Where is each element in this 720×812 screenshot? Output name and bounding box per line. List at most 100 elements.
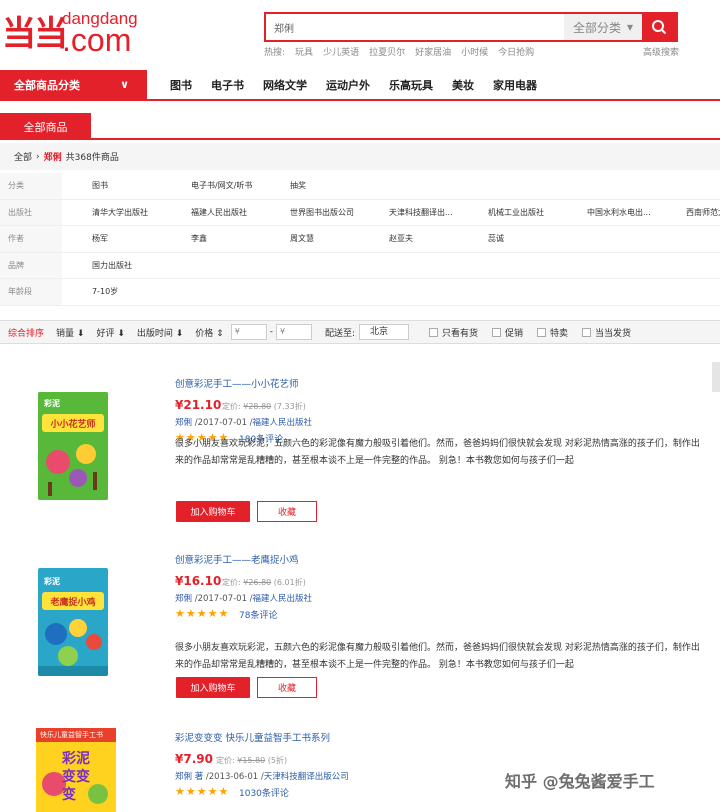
author-link[interactable]: 郑俐 著 [175,772,203,782]
rating-stars: ★ ★ ★ ★ ★ [175,786,228,797]
filter-label: 分类 [0,173,62,199]
advanced-search-link[interactable]: 高级搜索 [643,45,679,58]
breadcrumb: 全部 › 郑俐 共368件商品 [0,143,720,170]
publisher-link[interactable]: 天津科技翻译出版公司 [264,772,349,782]
sort-date[interactable]: 出版时间 ⬇ [137,326,183,339]
publisher-link[interactable]: 福建人民出版社 [253,594,313,604]
filter-in-stock[interactable]: 只看有货 [429,326,478,339]
filter-option[interactable]: 李鑫 [191,233,290,244]
hot-term[interactable]: 玩具 [295,45,313,58]
header: 当当 dangdang .com 全部分类 ▾ 热搜: 玩具 少儿英语 拉夏贝尔… [0,0,720,70]
price-max-input[interactable]: ¥ [275,324,312,340]
search-input[interactable] [266,14,564,40]
filter-promo[interactable]: 促销 [492,326,523,339]
hot-term[interactable]: 今日抢购 [498,45,534,58]
star-icon: ★ [218,607,229,620]
star-icon: ★ [218,785,229,798]
review-count[interactable]: 78条评论 [239,608,277,621]
sort-sales[interactable]: 销量 ⬇ [56,326,84,339]
author-link[interactable]: 郑俐 [175,418,192,428]
nav-item[interactable]: 美妆 [452,77,474,93]
review-count[interactable]: 1030条评论 [239,786,289,799]
product-cover[interactable]: 小小花艺师 彩泥 [38,392,108,500]
filter-option[interactable]: 抽奖 [290,180,389,191]
product-cover[interactable]: 老鹰捉小鸡 彩泥 [38,568,108,676]
dest-select[interactable]: 北京 [359,324,409,340]
filter-option[interactable]: 周文慧 [290,233,389,244]
all-categories-button[interactable]: 全部商品分类 ∨ [0,70,147,99]
filter-dd-ship[interactable]: 当当发货 [582,326,631,339]
star-icon: ★ [175,785,185,798]
hot-term[interactable]: 好家居油 [415,45,451,58]
sort-bar: 综合排序 销量 ⬇ 好评 ⬇ 出版时间 ⬇ 价格 ⇕ ¥ - ¥ 配送至: 北京… [0,320,720,344]
chevron-down-icon: ∨ [120,78,129,91]
product-orig-price: 定价: ¥26.80 (6.01折) [222,578,306,587]
filter-label: 年龄段 [0,279,62,305]
filter-option[interactable]: 电子书/网文/听书 [191,180,290,191]
nav-item[interactable]: 家用电器 [493,77,537,93]
chevron-down-icon: ▾ [626,20,634,34]
hot-term[interactable]: 少儿英语 [323,45,359,58]
hot-term[interactable]: 拉夏贝尔 [369,45,405,58]
filter-option[interactable]: 国力出版社 [92,260,191,271]
all-categories-label: 全部商品分类 [14,78,80,92]
filter-label: 出版社 [0,199,62,225]
filter-option[interactable]: 图书 [92,180,191,191]
star-icon: ★ [185,785,196,798]
product-orig-price: 定价: ¥15.80 (5折) [216,756,288,765]
price-min-input[interactable]: ¥ [230,324,267,340]
filter-option[interactable]: 蕊诚 [488,233,587,244]
add-to-cart-button[interactable]: 加入购物车 [176,501,250,522]
star-icon: ★ [185,607,196,620]
sort-default[interactable]: 综合排序 [8,326,44,339]
filter-option[interactable]: 机械工业出版社 [488,207,587,218]
filter-option[interactable]: 7-10岁 [92,286,191,297]
search-category-select[interactable]: 全部分类 ▾ [564,14,642,40]
rating-stars: ★ ★ ★ ★ ★ [175,608,228,619]
favorite-button[interactable]: 收藏 [257,677,317,698]
filter-label: 品牌 [0,252,62,278]
watermark: 知乎 @兔兔酱爱手工 [505,772,655,791]
sort-rating[interactable]: 好评 ⬇ [96,326,124,339]
product-desc: 很多小朋友喜欢玩彩泥，五颜六色的彩泥像有魔力般吸引着他们。然而，爸爸妈妈们很快就… [175,643,700,670]
add-to-cart-button[interactable]: 加入购物车 [176,677,250,698]
product-price: ¥16.10 [175,574,222,588]
nav-item[interactable]: 乐高玩具 [389,77,433,93]
product-title[interactable]: 彩泥变变变 快乐儿童益智手工书系列 [175,730,330,744]
search-button[interactable] [642,14,676,40]
filter-option[interactable]: 天津科技翻译出... [389,207,488,218]
filter-option[interactable]: 杨军 [92,233,191,244]
product-title[interactable]: 创意彩泥手工——小小花艺师 [175,376,299,390]
filter-option[interactable]: 福建人民出版社 [191,207,290,218]
nav-item[interactable]: 图书 [170,77,192,93]
breadcrumb-root[interactable]: 全部 [14,150,32,163]
result-count: 共368件商品 [65,153,119,163]
nav-item[interactable]: 网络文学 [263,77,307,93]
filter-special[interactable]: 特卖 [537,326,568,339]
filter-option[interactable]: 中国水利水电出... [587,207,686,218]
filter-label: 作者 [0,226,62,252]
dangdang-logo[interactable]: 当当 dangdang .com [2,6,147,58]
product-title[interactable]: 创意彩泥手工——老鹰捉小鸡 [175,552,299,566]
hot-term[interactable]: 小时候 [461,45,488,58]
filter-option[interactable]: 清华大学出版社 [92,207,191,218]
favorite-button[interactable]: 收藏 [257,501,317,522]
filter-option[interactable]: 赵亚夫 [389,233,488,244]
chevron-right-icon: › [36,151,40,162]
filter-row-brand: 品牌 国力出版社 [0,252,720,279]
dest-label: 配送至: [324,328,355,339]
filter-row-author: 作者 杨军 李鑫 周文慧 赵亚夫 蕊诚 [0,226,720,253]
product-price: ¥21.10 [175,398,222,412]
tab-all-products[interactable]: 全部商品 [0,113,91,140]
star-icon: ★ [196,785,207,798]
filter-option[interactable]: 世界图书出版公司 [290,207,389,218]
publisher-link[interactable]: 福建人民出版社 [253,418,313,428]
author-link[interactable]: 郑俐 [175,594,192,604]
filter-row-publisher: 出版社 清华大学出版社 福建人民出版社 世界图书出版公司 天津科技翻译出... … [0,199,720,226]
sort-price[interactable]: 价格 ⇕ [195,326,223,339]
filter-option[interactable]: 西南师范大... [686,207,720,218]
product-cover[interactable]: 快乐儿童益智手工书 彩泥变变变 [36,728,116,812]
nav-item[interactable]: 电子书 [211,77,244,93]
scrollbar[interactable] [712,362,720,392]
nav-item[interactable]: 运动户外 [326,77,370,93]
